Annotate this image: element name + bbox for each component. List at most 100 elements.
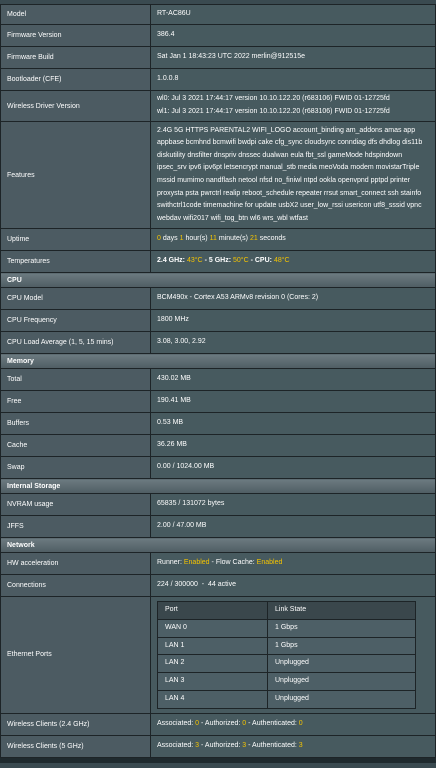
port-state: 1 Gbps: [267, 636, 416, 656]
row-wireless-5: Wireless Clients (5 GHz) Associated: 3 -…: [0, 734, 436, 758]
row-mem-free: Free 190.41 MB: [0, 390, 436, 413]
runner-label: Runner:: [157, 559, 182, 567]
row-bootloader: Bootloader (CFE) 1.0.0.8: [0, 68, 436, 91]
build-label: Firmware Build: [0, 46, 151, 69]
port-name: LAN 2: [157, 654, 268, 674]
table-row: LAN 4 Unplugged: [157, 689, 416, 709]
storage-section-header: Internal Storage: [0, 478, 436, 494]
wc5-authn-label: Authenticated:: [252, 741, 297, 749]
port-state: Unplugged: [267, 672, 416, 691]
wc5-auth-label: Authorized:: [204, 741, 241, 749]
wireless-5-value: Associated: 3 - Authorized: 3 - Authenti…: [150, 734, 436, 758]
cpu-frequency-label: CPU Frequency: [0, 309, 151, 332]
wc5-auth-value: 3: [242, 741, 247, 749]
mem-total-value: 430.02 MB: [150, 368, 436, 391]
temperatures-value: 2.4 GHz: 43°C - 5 GHz: 50°C - CPU: 48°C: [150, 250, 436, 273]
runner-value: Enabled: [183, 559, 210, 567]
port-name: LAN 1: [157, 636, 268, 656]
driver-line-wl0: wl0: Jul 3 2021 17:44:17 version 10.10.1…: [157, 95, 390, 103]
mem-buffers-label: Buffers: [0, 412, 151, 435]
ethernet-ports-cell: Port Link State WAN 01 Gbps LAN 11 Gbps …: [150, 596, 436, 714]
storage-section-title: Internal Storage: [0, 478, 436, 494]
uptime-label: Uptime: [0, 228, 151, 251]
uptime-seconds: 21: [249, 235, 258, 243]
temp-sep-1: -: [204, 257, 207, 265]
table-row: LAN 11 Gbps: [157, 636, 416, 656]
temp-cpu-value: 48°C: [273, 257, 290, 265]
row-connections: Connections 224 / 300000 - 44 active: [0, 574, 436, 597]
row-mem-cache: Cache 36.26 MB: [0, 434, 436, 457]
mem-swap-value: 0.00 / 1024.00 MB: [150, 456, 436, 479]
row-cpu-load: CPU Load Average (1, 5, 15 mins) 3.08, 3…: [0, 331, 436, 354]
port-state: Unplugged: [267, 654, 416, 674]
row-mem-total: Total 430.02 MB: [0, 368, 436, 391]
row-uptime: Uptime 0 days 1 hour(s) 11 minute(s) 21 …: [0, 228, 436, 251]
mem-total-label: Total: [0, 368, 151, 391]
cpu-load-label: CPU Load Average (1, 5, 15 mins): [0, 331, 151, 354]
row-model: Model RT-AC86U: [0, 4, 436, 25]
nvram-value: 65835 / 131072 bytes: [150, 493, 436, 516]
hw-accel-label: HW acceleration: [0, 552, 151, 575]
connections-label: Connections: [0, 574, 151, 597]
row-jffs: JFFS 2.00 / 47.00 MB: [0, 515, 436, 538]
network-section-header: Network: [0, 537, 436, 553]
uptime-minutes-unit: minute(s): [218, 235, 249, 243]
cpu-frequency-value: 1800 MHz: [150, 309, 436, 332]
wc24-authn-label: Authenticated:: [252, 719, 297, 727]
wireless-24-label: Wireless Clients (2.4 GHz): [0, 712, 151, 736]
wc24-assoc-label: Associated:: [157, 719, 194, 727]
row-features: Features 2.4G 5G HTTPS PARENTAL2 WIFI_LO…: [0, 121, 436, 229]
wc5-assoc-value: 3: [195, 741, 200, 749]
row-temperatures: Temperatures 2.4 GHz: 43°C - 5 GHz: 50°C…: [0, 250, 436, 273]
model-label: Model: [0, 4, 151, 25]
wc5-authn-value: 3: [298, 741, 303, 749]
mem-cache-value: 36.26 MB: [150, 434, 436, 457]
bottom-scroll-edge: [0, 763, 436, 768]
temp-24-value: 43°C: [186, 257, 203, 265]
table-row: WAN 01 Gbps: [157, 618, 416, 638]
row-mem-swap: Swap 0.00 / 1024.00 MB: [0, 456, 436, 479]
cpu-model-label: CPU Model: [0, 287, 151, 310]
wc24-sep-1: -: [201, 719, 204, 727]
wc24-auth-value: 0: [242, 719, 247, 727]
ports-col-state: Link State: [267, 601, 416, 620]
mem-free-label: Free: [0, 390, 151, 413]
row-ethernet-ports: Ethernet Ports Port Link State WAN 01 Gb…: [0, 596, 436, 714]
flow-cache-label: Flow Cache:: [215, 559, 255, 567]
table-row: LAN 2 Unplugged: [157, 654, 416, 674]
wc24-assoc-value: 0: [195, 719, 200, 727]
wc24-auth-label: Authorized:: [204, 719, 241, 727]
uptime-minutes: 11: [209, 235, 217, 243]
sysinfo-table: Model RT-AC86U Firmware Version 386.4 Fi…: [0, 4, 436, 758]
mem-cache-label: Cache: [0, 434, 151, 457]
ports-col-port: Port: [157, 601, 268, 620]
temp-5-value: 50°C: [232, 257, 249, 265]
port-name: WAN 0: [157, 618, 268, 638]
driver-value: wl0: Jul 3 2021 17:44:17 version 10.10.1…: [150, 90, 436, 122]
driver-line-wl1: wl1: Jul 3 2021 17:44:17 version 10.10.1…: [157, 108, 390, 115]
hw-sep: -: [211, 559, 214, 567]
cpu-load-value: 3.08, 3.00, 2.92: [150, 331, 436, 354]
cpu-section-title: CPU: [0, 272, 436, 288]
ports-table: Port Link State WAN 01 Gbps LAN 11 Gbps …: [157, 601, 416, 709]
temp-5-label: 5 GHz:: [208, 257, 232, 265]
row-nvram: NVRAM usage 65835 / 131072 bytes: [0, 493, 436, 516]
hw-accel-value: Runner: Enabled - Flow Cache: Enabled: [150, 552, 436, 575]
port-name: LAN 3: [157, 672, 268, 691]
mem-free-value: 190.41 MB: [150, 390, 436, 413]
jffs-label: JFFS: [0, 515, 151, 538]
port-name: LAN 4: [157, 689, 268, 709]
wc5-assoc-label: Associated:: [157, 741, 194, 749]
ethernet-ports-label: Ethernet Ports: [0, 596, 151, 714]
wc5-sep-1: -: [201, 741, 204, 749]
firmware-label: Firmware Version: [0, 24, 151, 47]
flow-cache-value: Enabled: [256, 559, 283, 567]
model-value: RT-AC86U: [150, 4, 436, 25]
row-cpu-frequency: CPU Frequency 1800 MHz: [0, 309, 436, 332]
firmware-value: 386.4: [150, 24, 436, 47]
row-mem-buffers: Buffers 0.53 MB: [0, 412, 436, 435]
cpu-model-value: BCM490x - Cortex A53 ARMv8 revision 0 (C…: [150, 287, 436, 310]
port-state: 1 Gbps: [267, 618, 416, 638]
temp-24-label: 2.4 GHz:: [157, 257, 186, 265]
ports-header-row: Port Link State: [157, 601, 416, 620]
